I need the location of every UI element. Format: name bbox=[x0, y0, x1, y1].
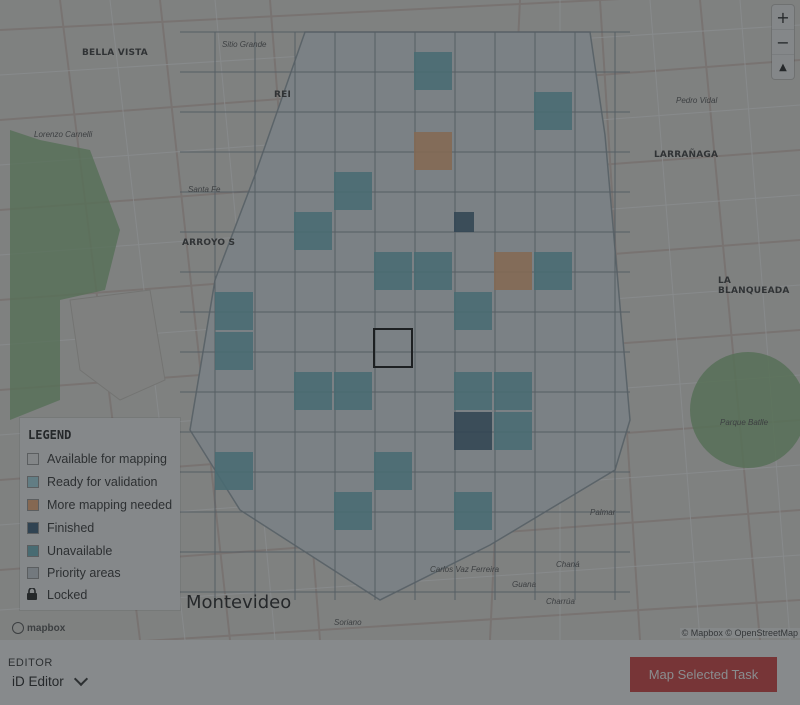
task-cell bbox=[414, 252, 452, 290]
task-cell bbox=[334, 172, 372, 210]
legend-label: Ready for validation bbox=[47, 475, 158, 489]
legend-item-unavailable: Unavailable bbox=[27, 544, 112, 558]
legend-label: Finished bbox=[47, 521, 95, 535]
task-cell bbox=[334, 492, 372, 530]
task-cell bbox=[494, 372, 532, 410]
legend-label: Unavailable bbox=[47, 544, 113, 558]
mapbox-logo[interactable]: mapbox bbox=[12, 622, 65, 634]
task-cell bbox=[454, 372, 492, 410]
place-label: LARRAÑAGA bbox=[654, 150, 719, 160]
legend: LEGEND Available for mapping Ready for v… bbox=[20, 418, 180, 610]
task-map[interactable]: BELLA VISTA ARROYO S LARRAÑAGA LA BLANQU… bbox=[0, 0, 800, 640]
street-label: Palmar bbox=[590, 508, 616, 517]
task-cell bbox=[215, 292, 253, 330]
task-cell bbox=[454, 292, 492, 330]
street-label: Soriano bbox=[334, 618, 362, 627]
place-label: ARROYO S bbox=[182, 238, 236, 248]
place-label: LA BLANQUEADA bbox=[718, 276, 790, 296]
map-selected-task-button[interactable]: Map Selected Task bbox=[630, 657, 777, 692]
zoom-out-button[interactable]: − bbox=[772, 30, 794, 55]
task-cell bbox=[534, 252, 572, 290]
street-label: Lorenzo Carnelli bbox=[34, 130, 93, 139]
street-label: Chaná bbox=[556, 560, 580, 569]
legend-label: Locked bbox=[47, 588, 88, 602]
legend-label: Priority areas bbox=[47, 566, 121, 580]
legend-title: LEGEND bbox=[28, 428, 72, 442]
task-cell bbox=[215, 452, 253, 490]
place-label: REI bbox=[274, 90, 292, 100]
legend-item-priority: Priority areas bbox=[27, 566, 121, 580]
task-cell bbox=[534, 92, 572, 130]
street-label: Carlos Vaz Ferreira bbox=[430, 565, 500, 574]
task-cell bbox=[414, 132, 452, 170]
logo-text: mapbox bbox=[27, 622, 66, 634]
park-label: Parque Batlle bbox=[720, 418, 769, 427]
legend-item-finished: Finished bbox=[27, 521, 94, 535]
task-cell bbox=[374, 252, 412, 290]
legend-swatch bbox=[27, 545, 39, 557]
task-cell bbox=[215, 332, 253, 370]
task-cell bbox=[454, 212, 474, 232]
editor-dropdown[interactable]: iD Editor bbox=[12, 671, 88, 689]
task-cell bbox=[294, 212, 332, 250]
street-label: Pedro Vidal bbox=[676, 96, 718, 105]
legend-swatch bbox=[27, 453, 39, 465]
map-attribution[interactable]: © Mapbox © OpenStreetMap bbox=[679, 628, 800, 638]
task-cell bbox=[454, 492, 492, 530]
task-cell bbox=[454, 412, 492, 450]
city-label: Montevideo bbox=[186, 592, 292, 613]
task-cell bbox=[294, 372, 332, 410]
legend-swatch bbox=[27, 567, 39, 579]
zoom-controls: + − ▲ bbox=[772, 5, 794, 79]
task-cell bbox=[334, 372, 372, 410]
editor-value: iD Editor bbox=[12, 674, 64, 689]
task-cell bbox=[374, 452, 412, 490]
street-label: Guana bbox=[512, 580, 537, 589]
compass-button[interactable]: ▲ bbox=[772, 55, 794, 79]
place-label: BELLA VISTA bbox=[82, 48, 148, 58]
street-label: Charrúa bbox=[546, 597, 575, 606]
street-label: Santa Fe bbox=[188, 185, 221, 194]
legend-item-available: Available for mapping bbox=[27, 452, 167, 466]
legend-item-locked: Locked bbox=[27, 588, 87, 602]
legend-swatch bbox=[27, 476, 39, 488]
legend-label: Available for mapping bbox=[47, 452, 167, 466]
mapbox-icon bbox=[12, 622, 24, 634]
legend-swatch bbox=[27, 522, 39, 534]
editor-footer: EDITOR iD Editor Map Selected Task bbox=[0, 640, 800, 705]
task-cell bbox=[494, 252, 532, 290]
legend-item-ready: Ready for validation bbox=[27, 475, 157, 489]
chevron-down-icon bbox=[73, 671, 88, 687]
zoom-in-button[interactable]: + bbox=[772, 5, 794, 30]
legend-swatch bbox=[27, 499, 39, 511]
legend-label: More mapping needed bbox=[47, 498, 173, 512]
street-label: Sitio Grande bbox=[222, 40, 267, 49]
task-cell bbox=[414, 52, 452, 90]
editor-label: EDITOR bbox=[8, 657, 53, 669]
task-cell bbox=[494, 412, 532, 450]
legend-item-more-mapping: More mapping needed bbox=[27, 498, 172, 512]
